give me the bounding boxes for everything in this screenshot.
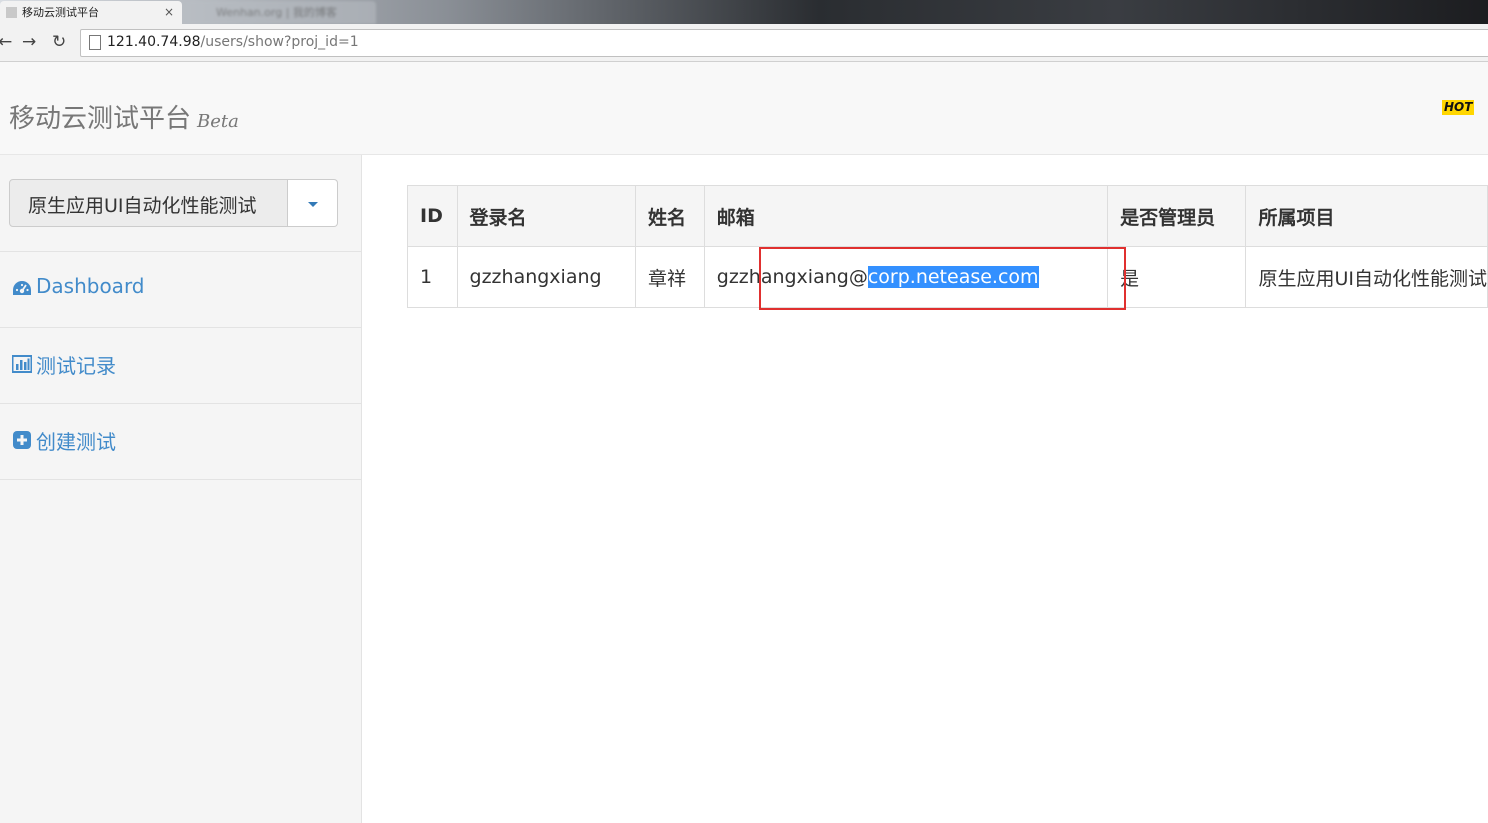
url-host: 121.40.74.98 bbox=[107, 34, 201, 50]
column-header-project: 所属项目 bbox=[1245, 185, 1488, 247]
column-header-login: 登录名 bbox=[456, 185, 637, 247]
project-selected-label: 原生应用UI自动化性能测试 bbox=[28, 195, 257, 217]
tab-title: 移动云测试平台 bbox=[22, 6, 99, 19]
sidebar-item-create-test[interactable]: 创建测试 bbox=[0, 404, 361, 479]
table-row: 1 gzzhangxiang 章祥 gzzhangxiang@corp.nete… bbox=[407, 246, 1488, 308]
browser-tab-inactive[interactable]: Wenhan.org | 我的博客 bbox=[186, 1, 376, 24]
address-input[interactable]: 121.40.74.98/users/show?proj_id=1 bbox=[80, 29, 1488, 57]
table-header-row: ID 登录名 姓名 邮箱 是否管理员 所属项目 bbox=[407, 185, 1488, 247]
reload-icon[interactable]: ↻ bbox=[52, 32, 66, 52]
bar-chart-icon bbox=[12, 355, 32, 373]
browser-toolbar: ← → ↻ 121.40.74.98/users/show?proj_id=1 bbox=[0, 24, 1488, 62]
forward-arrow-icon[interactable]: → bbox=[22, 32, 36, 52]
sidebar-item-label: 测试记录 bbox=[36, 354, 116, 378]
sidebar: 原生应用UI自动化性能测试 Dashboard 测试记录 创建测试 bbox=[0, 155, 362, 823]
cell-id: 1 bbox=[407, 246, 458, 308]
url-text: 121.40.74.98/users/show?proj_id=1 bbox=[107, 34, 359, 50]
project-selector[interactable]: 原生应用UI自动化性能测试 bbox=[9, 179, 338, 227]
browser-tab-active[interactable]: 移动云测试平台 × bbox=[0, 1, 182, 24]
divider bbox=[0, 479, 361, 480]
column-header-email: 邮箱 bbox=[703, 185, 1109, 247]
project-dropdown-toggle[interactable] bbox=[288, 179, 338, 227]
brand-name: 移动云测试平台 bbox=[9, 104, 192, 134]
cell-project: 原生应用UI自动化性能测试 bbox=[1245, 246, 1488, 308]
cell-login: gzzhangxiang bbox=[456, 246, 637, 308]
back-arrow-icon[interactable]: ← bbox=[0, 32, 12, 52]
beta-label: Beta bbox=[197, 111, 239, 132]
hot-badge[interactable]: HOT bbox=[1442, 100, 1475, 115]
users-table: ID 登录名 姓名 邮箱 是否管理员 所属项目 1 gzzhangxiang 章… bbox=[407, 185, 1488, 308]
page-favicon-icon bbox=[6, 7, 17, 18]
chevron-down-icon bbox=[308, 202, 318, 207]
url-path: /users/show?proj_id=1 bbox=[200, 34, 359, 50]
dashboard-icon bbox=[13, 281, 31, 295]
sidebar-item-label: Dashboard bbox=[36, 274, 145, 298]
column-header-id: ID bbox=[407, 185, 458, 247]
cell-name: 章祥 bbox=[635, 246, 705, 308]
column-header-is-admin: 是否管理员 bbox=[1107, 185, 1247, 247]
sidebar-item-dashboard[interactable]: Dashboard bbox=[0, 252, 361, 327]
page-icon bbox=[89, 35, 101, 50]
email-domain-selected[interactable]: corp.netease.com bbox=[867, 266, 1039, 288]
tab-title: Wenhan.org | 我的博客 bbox=[216, 6, 337, 19]
email-user: gzzhangxiang@ bbox=[716, 266, 868, 288]
cell-is-admin: 是 bbox=[1107, 246, 1247, 308]
plus-square-icon bbox=[13, 431, 31, 449]
column-header-name: 姓名 bbox=[635, 185, 705, 247]
sidebar-item-test-records[interactable]: 测试记录 bbox=[0, 328, 361, 403]
tab-close-icon[interactable]: × bbox=[164, 1, 174, 24]
browser-tab-strip: 移动云测试平台 × Wenhan.org | 我的博客 bbox=[0, 0, 1488, 24]
app-navbar: 移动云测试平台 Beta HOT bbox=[0, 62, 1488, 155]
brand-title[interactable]: 移动云测试平台 Beta bbox=[9, 98, 239, 135]
sidebar-item-label: 创建测试 bbox=[36, 430, 116, 454]
cell-email[interactable]: gzzhangxiang@corp.netease.com bbox=[703, 246, 1109, 308]
project-select-button[interactable]: 原生应用UI自动化性能测试 bbox=[9, 179, 288, 227]
